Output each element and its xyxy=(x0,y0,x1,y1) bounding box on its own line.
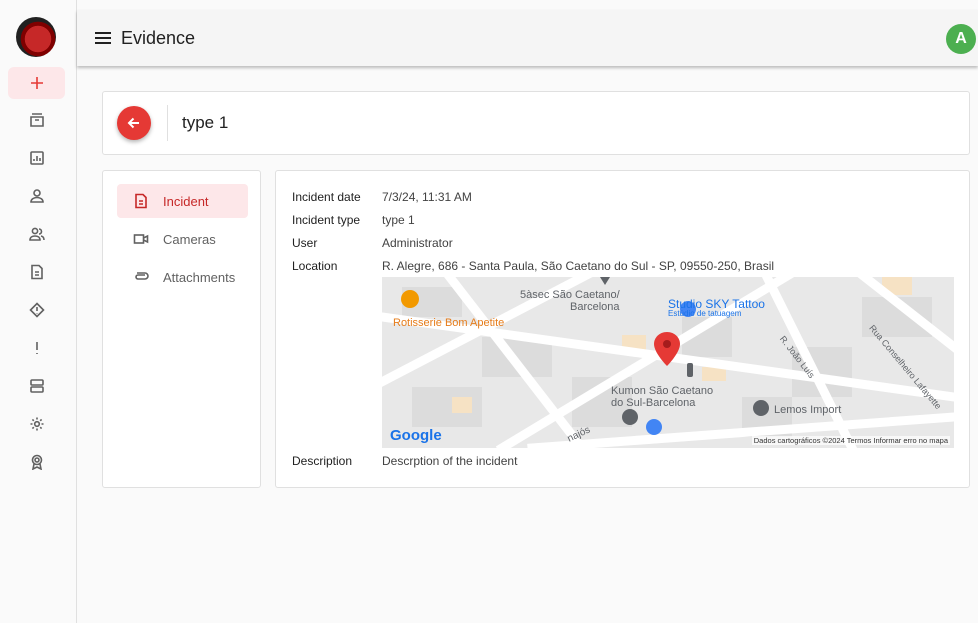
archive-icon xyxy=(29,113,44,127)
detail-row-description: Description Descrption of the incident xyxy=(292,454,517,468)
document-icon xyxy=(135,193,147,209)
rail-alert-button[interactable] xyxy=(8,332,65,364)
users-icon xyxy=(28,227,45,241)
chart-icon xyxy=(29,151,44,165)
award-badge-icon xyxy=(31,454,42,470)
map-attribution[interactable]: Dados cartográficos ©2024 Termos Informa… xyxy=(751,436,950,445)
rail-reports-button[interactable] xyxy=(8,142,65,174)
incident-date-value: 7/3/24, 11:31 AM xyxy=(382,190,472,204)
rail-add-button[interactable] xyxy=(8,67,65,99)
map-place-label: Kumon São Caetano xyxy=(611,385,714,397)
field-label: User xyxy=(292,236,318,250)
rail-document-button[interactable] xyxy=(8,256,65,288)
arrow-left-icon xyxy=(127,117,139,129)
location-value: R. Alegre, 686 - Santa Paula, São Caetan… xyxy=(382,259,775,273)
server-icon xyxy=(29,379,44,393)
gear-icon xyxy=(30,417,43,431)
map-place-label: do Sul-Barcelona xyxy=(611,397,696,409)
user-value: Administrator xyxy=(382,236,453,250)
nav-item-label: Incident xyxy=(163,193,209,209)
back-button[interactable] xyxy=(117,106,151,140)
rail-badge-button[interactable] xyxy=(8,446,65,478)
incident-type-value: type 1 xyxy=(382,213,415,227)
rail-warning-button[interactable] xyxy=(8,294,65,326)
nav-item-incident[interactable]: Incident xyxy=(117,184,248,218)
rail-server-button[interactable] xyxy=(8,370,65,402)
description-value: Descrption of the incident xyxy=(382,454,518,468)
map-place-label: Estúdio de tatuagem xyxy=(668,309,742,318)
field-label: Location xyxy=(292,259,338,273)
nav-item-label: Cameras xyxy=(163,231,216,247)
top-app-bar: Evidence A xyxy=(77,10,978,66)
nav-item-attachments[interactable]: Attachments xyxy=(117,260,248,294)
camera-icon xyxy=(133,234,149,244)
field-label: Incident type xyxy=(292,213,361,227)
hamburger-menu-icon[interactable] xyxy=(95,32,111,44)
page-title: type 1 xyxy=(182,113,229,132)
side-rail xyxy=(0,0,77,623)
section-nav: Incident Cameras Attachments xyxy=(102,170,261,488)
google-logo: Google xyxy=(390,427,442,444)
detail-row-date: Incident date 7/3/24, 11:31 AM xyxy=(292,190,472,204)
user-icon xyxy=(29,189,44,203)
location-map[interactable]: 5àsec São Caetano/ Barcelona Studio SKY … xyxy=(382,277,954,448)
divider xyxy=(167,105,168,141)
warning-diamond-icon xyxy=(28,302,45,318)
detail-row-user: User Administrator xyxy=(292,236,453,250)
detail-row-location: Location R. Alegre, 686 - Santa Paula, S… xyxy=(292,259,774,273)
app-title: Evidence xyxy=(121,27,196,48)
map-place-label: 5àsec São Caetano/ xyxy=(520,289,620,301)
incident-details: Incident date 7/3/24, 11:31 AM Incident … xyxy=(275,170,970,488)
nav-item-label: Attachments xyxy=(163,269,236,285)
plus-icon xyxy=(30,77,43,89)
nav-item-cameras[interactable]: Cameras xyxy=(117,222,248,256)
field-label: Description xyxy=(292,454,353,468)
field-label: Incident date xyxy=(292,190,361,204)
document-icon xyxy=(30,264,43,280)
rail-settings-button[interactable] xyxy=(8,408,65,440)
map-place-label: Rotisserie Bom Apetite xyxy=(393,317,505,329)
exclamation-icon xyxy=(35,342,38,354)
rail-users-button[interactable] xyxy=(8,218,65,250)
detail-row-type: Incident type type 1 xyxy=(292,213,415,227)
paperclip-icon xyxy=(135,272,149,280)
rail-user-button[interactable] xyxy=(8,180,65,212)
rail-archive-button[interactable] xyxy=(8,104,65,136)
map-place-label: Barcelona xyxy=(570,301,620,313)
app-logo[interactable] xyxy=(16,17,56,57)
avatar[interactable]: A xyxy=(946,24,976,54)
map-place-label: Lemos Import xyxy=(774,404,842,416)
record-header: type 1 xyxy=(102,91,970,155)
